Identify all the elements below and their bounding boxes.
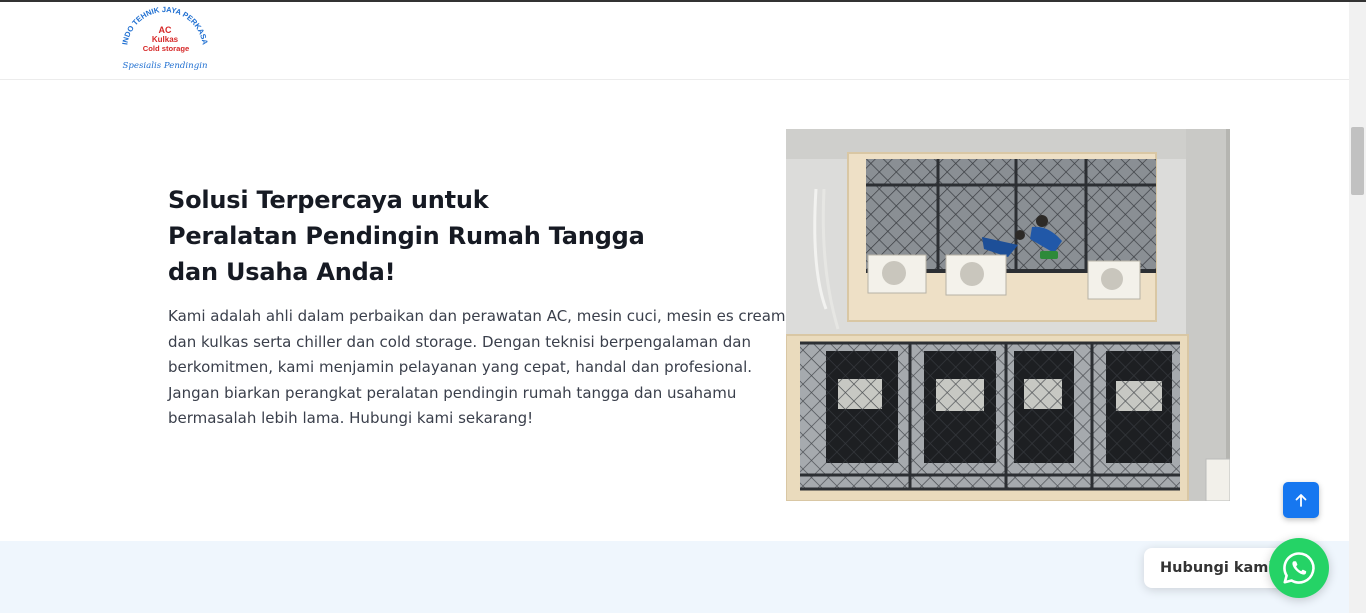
- hero-title-line: dan Usaha Anda!: [168, 258, 396, 286]
- back-to-top-button[interactable]: [1283, 482, 1319, 518]
- technicians-servicing-ac-photo: [786, 129, 1230, 501]
- page-scrollbar[interactable]: [1349, 2, 1366, 613]
- hero-image-technicians-servicing-ac: [786, 129, 1230, 501]
- logo-graphic: INDO TEHNIK JAYA PERKASA AC Kulkas Cold …: [120, 6, 209, 71]
- logo-line-ac: AC: [159, 25, 172, 35]
- logo-line-cold-storage: Cold storage: [143, 44, 189, 53]
- logo-tagline: Spesialis Pendingin: [123, 61, 208, 71]
- hero-description-line: berkomitmen, kami menjamin pelayanan yan…: [168, 358, 753, 376]
- hero-title-line: Peralatan Pendingin Rumah Tangga: [168, 222, 645, 250]
- hero-title-line: Solusi Terpercaya untuk: [168, 186, 489, 214]
- whatsapp-contact-label[interactable]: Hubungi kami: [1144, 548, 1284, 588]
- whatsapp-icon: [1283, 552, 1315, 584]
- arrow-up-icon: [1295, 494, 1307, 507]
- hero-description-line: bermasalah lebih lama. Hubungi kami seka…: [168, 409, 534, 427]
- hero-description-line: Jangan biarkan perangkat peralatan pendi…: [168, 383, 737, 402]
- whatsapp-button[interactable]: [1269, 538, 1329, 598]
- hero-section: Solusi Terpercaya untuk Peralatan Pendin…: [0, 80, 1349, 541]
- hero-title: Solusi Terpercaya untuk Peralatan Pendin…: [168, 182, 728, 290]
- hero-description-line: Kami adalah ahli dalam perbaikan dan per…: [168, 307, 786, 325]
- site-header: INDO TEHNIK JAYA PERKASA AC Kulkas Cold …: [0, 2, 1349, 80]
- site-logo[interactable]: INDO TEHNIK JAYA PERKASA AC Kulkas Cold …: [117, 6, 213, 76]
- hero-description-line: dan kulkas serta chiller dan cold storag…: [168, 332, 751, 351]
- hero-description: Kami adalah ahli dalam perbaikan dan per…: [168, 304, 786, 432]
- scrollbar-thumb[interactable]: [1351, 127, 1364, 195]
- logo-line-kulkas: Kulkas: [152, 35, 179, 44]
